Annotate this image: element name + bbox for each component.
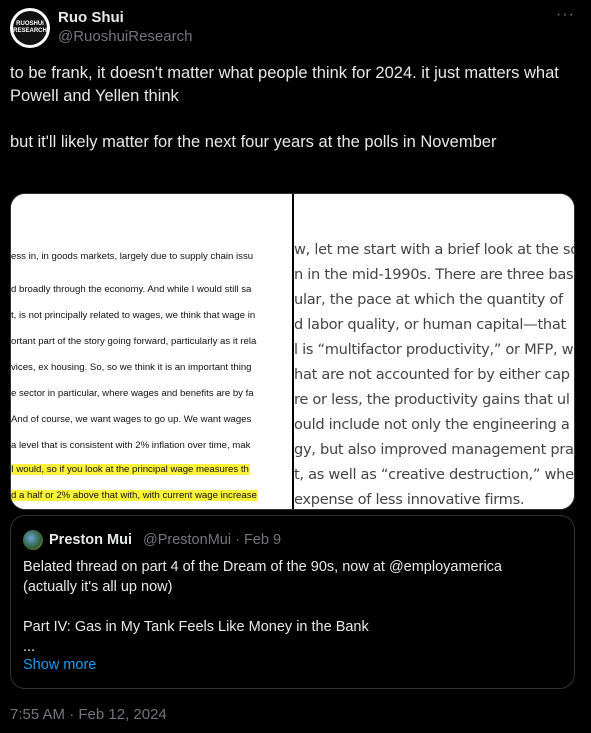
transcript-line: vices, ex housing. So, so we think it is… (11, 362, 252, 373)
speech-line: hat are not accounted for by either cap (294, 366, 570, 383)
transcript-line: t, is not principally related to wages, … (11, 310, 256, 321)
highlighted-transcript-line: d a half or 2% above that with, with cur… (11, 490, 258, 501)
transcript-line: d broadly through the economy. And while… (11, 284, 252, 295)
quoted-line (23, 597, 563, 617)
speech-line: expense of less innovative firms. (294, 491, 525, 508)
speech-line: re or less, the productivity gains that … (294, 391, 570, 408)
quoted-tweet-text: Belated thread on part 4 of the Dream of… (23, 557, 563, 657)
speech-line: l is “multifactor productivity,” or MFP,… (294, 341, 574, 358)
tweet-header: RUOSHUI RESEARCH Ruo Shui @RuoshuiResear… (10, 6, 581, 48)
speech-excerpt: w, let me start with a brief look at the… (294, 194, 574, 509)
ellipsis-icon[interactable]: ··· (556, 6, 575, 24)
tweet-paragraph: but it'll likely matter for the next fou… (10, 133, 497, 151)
tweet-text: to be frank, it doesn't matter what peop… (10, 62, 570, 177)
speech-line: ould include not only the engineering a (294, 416, 570, 433)
speech-line: ular, the pace at which the quantity of (294, 291, 563, 308)
transcript-line: a level that is consistent with 2% infla… (11, 440, 251, 451)
avatar[interactable]: RUOSHUI RESEARCH (10, 8, 50, 48)
speech-line: n in the mid-1990s. There are three bas (294, 266, 574, 283)
quoted-author-name[interactable]: Preston Mui (49, 532, 132, 548)
quoted-avatar[interactable] (23, 530, 43, 550)
speech-line: t, as well as “creative destruction,” wh… (294, 466, 574, 483)
tweet-paragraph: to be frank, it doesn't matter what peop… (10, 64, 559, 105)
tweet-timestamp[interactable]: 7:55 AM · Feb 12, 2024 (10, 706, 167, 723)
highlighted-transcript-line: I would, so if you look at the principal… (11, 464, 250, 475)
quoted-tweet[interactable]: Preston Mui @PrestonMui · Feb 9 Belated … (10, 515, 575, 689)
quoted-line: Belated thread on part 4 of the Dream of… (23, 559, 502, 575)
quoted-line: ... (23, 639, 36, 655)
quoted-author-meta: @PrestonMui · Feb 9 (143, 532, 282, 548)
quoted-line: (actually it's all up now) (23, 579, 173, 595)
author-name[interactable]: Ruo Shui (58, 9, 124, 26)
transcript-line: ess in, in goods markets, largely due to… (11, 251, 254, 262)
transcript-line: ortant part of the story going forward, … (11, 336, 257, 347)
show-more-link[interactable]: Show more (23, 657, 96, 673)
tweet-image[interactable]: ess in, in goods markets, largely due to… (10, 193, 575, 510)
avatar-logo: RUOSHUI RESEARCH (13, 11, 47, 45)
speech-line: d labor quality, or human capital—that (294, 316, 566, 333)
transcript-excerpt: ess in, in goods markets, largely due to… (11, 194, 292, 509)
author-handle[interactable]: @RuoshuiResearch (58, 28, 192, 45)
transcript-line: e sector in particular, where wages and … (11, 388, 254, 399)
quoted-line: Part IV: Gas in My Tank Feels Like Money… (23, 619, 369, 635)
transcript-line: And of course, we want wages to go up. W… (11, 414, 252, 425)
speech-line: gy, but also improved management pra (294, 441, 574, 458)
speech-line: w, let me start with a brief look at the… (294, 241, 574, 258)
